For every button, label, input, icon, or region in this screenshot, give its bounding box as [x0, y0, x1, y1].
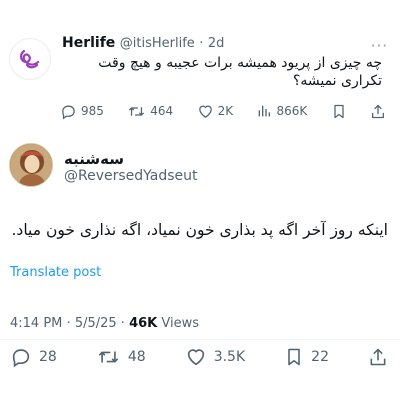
parent-repost-count: 464 [150, 104, 174, 118]
parent-author-name[interactable]: Herlife [62, 35, 115, 51]
parent-tweet-header: Herlife @itisHerlife · 2d [62, 35, 224, 51]
repost-count: 48 [127, 349, 146, 365]
parent-repost-button[interactable]: 464 [127, 103, 173, 120]
divider [0, 339, 400, 340]
repost-icon [129, 106, 145, 116]
portrait-image [10, 144, 52, 186]
bookmark-count: 22 [311, 349, 329, 365]
author-name[interactable]: سه‌شنبه [64, 150, 124, 168]
parent-views-count: 866K [276, 104, 308, 118]
parent-share-button[interactable] [370, 103, 386, 120]
parent-tweet[interactable]: Herlife @itisHerlife · 2d ··· چه چیزی از… [0, 0, 400, 132]
more-icon[interactable]: ··· [371, 37, 388, 55]
parent-separator: · [199, 36, 204, 51]
action-bar: 28 48 3.5K 22 [10, 346, 388, 368]
views-icon [259, 105, 271, 117]
reply-icon [62, 105, 75, 119]
parent-time[interactable]: 2d [208, 36, 225, 51]
bookmark-icon [333, 104, 344, 118]
like-icon [187, 349, 204, 366]
tweet-text: اینکه روز آخر اگه پد بذاری خون نمیاد، اگ… [11, 221, 388, 239]
views-count[interactable]: 46K [129, 316, 157, 331]
like-count: 3.5K [213, 349, 246, 365]
reply-count: 28 [39, 349, 57, 365]
views-label: Views [161, 316, 200, 331]
logo-icon [20, 49, 40, 69]
parent-tweet-text: چه چیزی از پریود همیشه برات عجیبه و هیچ … [98, 55, 382, 89]
like-button[interactable]: 3.5K [185, 346, 245, 368]
parent-views-button[interactable]: 866K [256, 103, 307, 119]
bookmark-button[interactable]: 22 [284, 346, 329, 368]
author-avatar[interactable] [9, 143, 53, 187]
parent-reply-button[interactable]: 985 [60, 103, 104, 120]
parent-reply-count: 985 [81, 104, 104, 118]
reply-icon [12, 349, 30, 368]
parent-action-bar: 985 464 2K 866K [60, 102, 386, 120]
reply-button[interactable]: 28 [10, 346, 57, 368]
parent-author-handle[interactable]: @itisHerlife [120, 36, 195, 51]
repost-button[interactable]: 48 [96, 346, 146, 368]
share-icon [372, 104, 384, 118]
like-icon [198, 105, 212, 118]
herlife-avatar[interactable] [9, 38, 51, 80]
tweet-date[interactable]: 5/5/25 [75, 316, 117, 331]
parent-like-count: 2K [217, 104, 234, 118]
tweet-meta: 4:14 PM · 5/5/25 · 46K Views [10, 316, 199, 331]
bookmark-icon [288, 348, 300, 366]
parent-bookmark-button[interactable] [331, 103, 347, 120]
share-button[interactable] [368, 346, 388, 368]
repost-icon [98, 351, 119, 363]
author-handle[interactable]: @ReversedYadseut [64, 168, 198, 184]
share-icon [370, 348, 386, 366]
meta-separator: · [120, 316, 125, 331]
meta-separator: · [66, 316, 71, 331]
translate-post-link[interactable]: Translate post [10, 265, 101, 280]
parent-like-button[interactable]: 2K [197, 103, 234, 120]
tweet-time[interactable]: 4:14 PM [10, 316, 62, 331]
